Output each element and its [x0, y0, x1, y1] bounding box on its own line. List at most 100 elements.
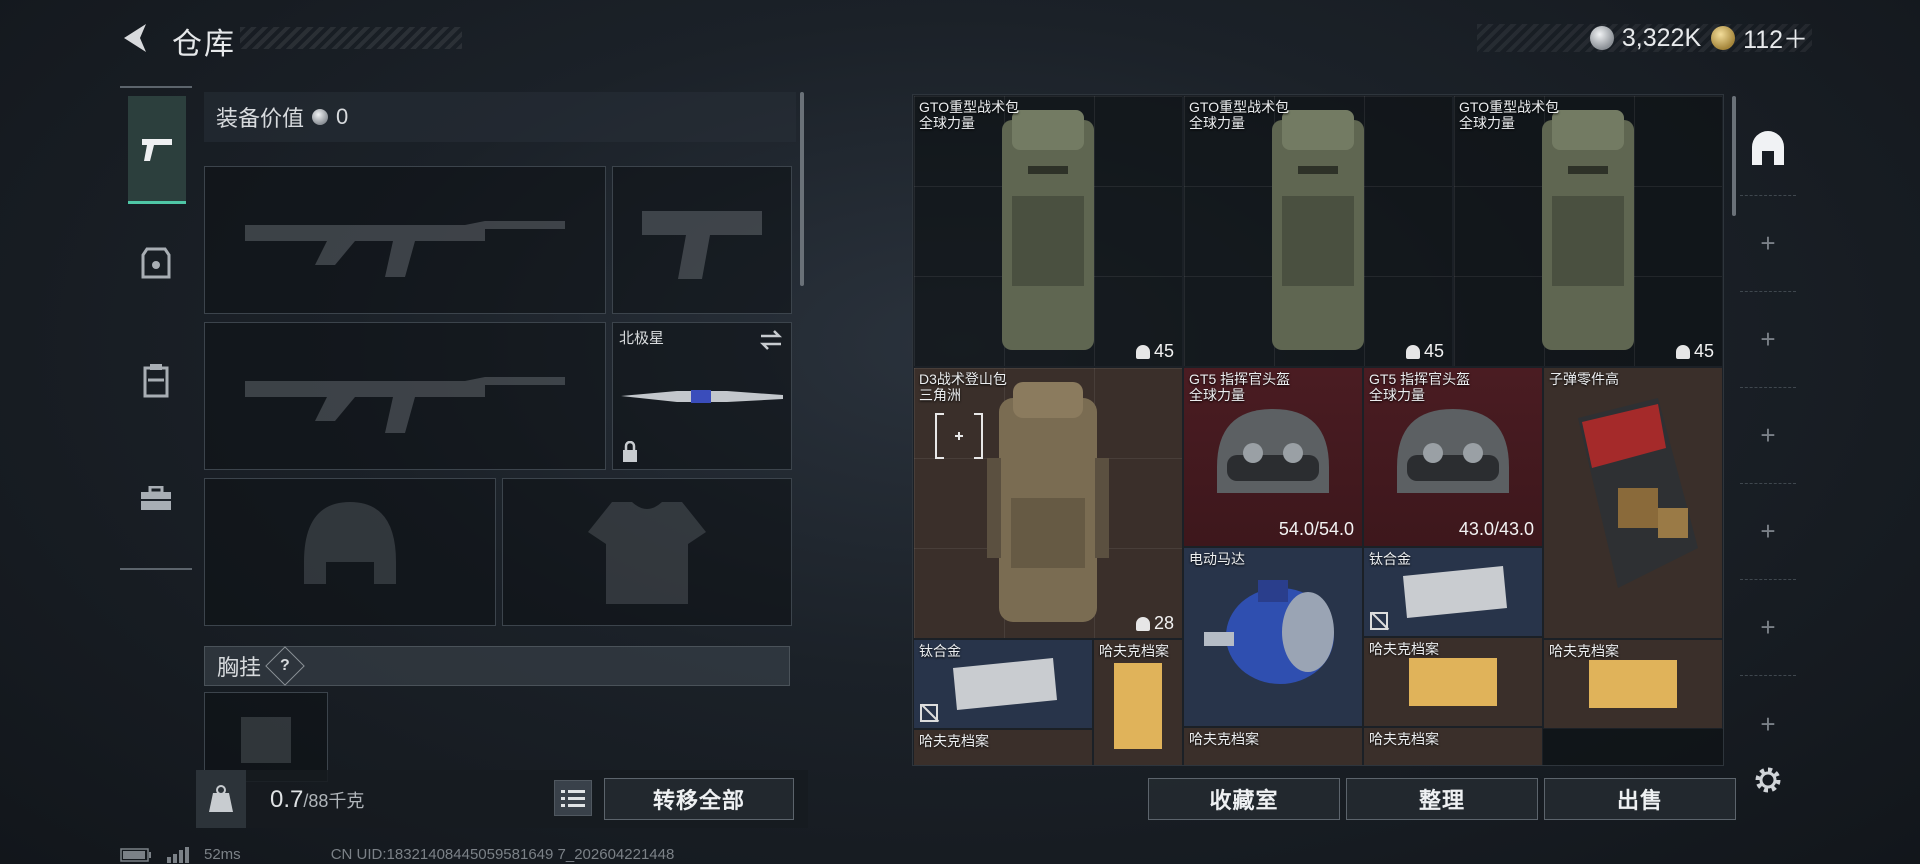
- item-name: 哈夫克档案: [1369, 731, 1439, 747]
- transfer-all-button[interactable]: 转移全部: [604, 778, 794, 820]
- item-name: 哈夫克档案: [919, 733, 989, 749]
- stash-item[interactable]: 电动马达: [1183, 547, 1363, 727]
- plus-icon: +: [1760, 228, 1776, 258]
- add-stash-page-button[interactable]: +: [1740, 484, 1796, 580]
- chest-rig-slot[interactable]: [204, 692, 328, 782]
- signal-icon: [167, 846, 189, 863]
- document-folder-icon: [1409, 658, 1497, 706]
- stash-item[interactable]: 哈夫克档案: [1183, 727, 1363, 765]
- stash-scrollbar[interactable]: [1732, 96, 1736, 216]
- item-sub: 全球力量: [1189, 115, 1245, 131]
- item-name: 钛合金: [1369, 551, 1411, 567]
- weight-readout: 0.7/88千克: [270, 786, 364, 814]
- titanium-plate-icon: [1403, 566, 1507, 618]
- stash-item[interactable]: 钛合金: [1363, 547, 1543, 637]
- plus-icon: +: [1760, 324, 1776, 354]
- list-view-button[interactable]: [554, 780, 592, 816]
- stash-item[interactable]: 哈夫克档案: [1363, 727, 1543, 765]
- item-name: GTO重型战术包: [919, 99, 1020, 115]
- add-stash-page-button[interactable]: +: [1740, 196, 1796, 292]
- currency-silver[interactable]: 3,322K: [1589, 24, 1701, 53]
- item-name: D3战术登山包: [919, 371, 1007, 387]
- primary-weapon-slot-1[interactable]: [204, 166, 606, 314]
- expand-icon[interactable]: [934, 412, 984, 460]
- stash-item[interactable]: 哈夫克档案: [1543, 639, 1723, 729]
- item-name: 哈夫克档案: [1189, 731, 1259, 747]
- stash-item[interactable]: 子弹零件高: [1543, 367, 1723, 639]
- rifle-silhouette-icon: [245, 221, 565, 277]
- body-armor-slot[interactable]: [502, 478, 792, 626]
- stash-item[interactable]: 钛合金: [913, 639, 1093, 729]
- add-stash-page-button[interactable]: +: [1740, 388, 1796, 484]
- item-sub: 三角洲: [919, 387, 961, 403]
- silver-coin-icon: [1589, 26, 1614, 50]
- knife-icon: [621, 390, 783, 403]
- page-title: 仓库: [172, 28, 236, 61]
- stash-item[interactable]: 哈夫克档案: [1093, 639, 1183, 765]
- settings-gear-icon[interactable]: [1752, 764, 1784, 796]
- help-button[interactable]: ?: [265, 646, 305, 686]
- tab-weapons[interactable]: [128, 96, 186, 204]
- armor-icon: [141, 247, 171, 279]
- ghost-icon: [1675, 344, 1690, 359]
- tab-rig[interactable]: [120, 322, 192, 440]
- ammo-parts-case-icon: [1578, 398, 1698, 588]
- pistol-icon: [142, 138, 172, 161]
- status-row: 52ms CN UID:18321408445059581649 7_20260…: [120, 846, 674, 863]
- helmet-icon: [1397, 409, 1509, 493]
- stash-item[interactable]: GTO重型战术包 全球力量 45: [913, 95, 1183, 367]
- item-count: 45: [1135, 341, 1174, 362]
- stash-item[interactable]: 哈夫克档案: [1363, 637, 1543, 727]
- tab-armor[interactable]: [120, 204, 192, 322]
- battery-icon: [120, 847, 151, 862]
- no-sell-icon: [1370, 612, 1388, 630]
- ghost-icon: [1135, 344, 1150, 359]
- item-name: 哈夫克档案: [1369, 641, 1439, 657]
- no-sell-icon: [920, 704, 938, 722]
- stash-grid: GTO重型战术包 全球力量 45 GTO重型战术包 全球力量 45 GTO重型战术包…: [912, 94, 1724, 766]
- add-stash-page-button[interactable]: +: [1740, 580, 1796, 676]
- ping: 52ms: [204, 846, 241, 863]
- tab-case[interactable]: [120, 440, 192, 558]
- melee-slot[interactable]: 北极星: [612, 322, 792, 470]
- uid: CN UID:18321408445059581649 7_2026042214…: [330, 846, 675, 863]
- stash-item[interactable]: 哈夫克档案: [913, 729, 1093, 765]
- stash-item[interactable]: GT5 指挥官头盔 全球力量 54.0/54.0: [1183, 367, 1363, 547]
- add-stash-page-button[interactable]: +: [1740, 676, 1796, 772]
- item-name: GT5 指挥官头盔: [1369, 371, 1471, 387]
- item-name: 哈夫克档案: [1099, 643, 1169, 659]
- stash-item[interactable]: D3战术登山包 三角洲 28: [913, 367, 1183, 639]
- backpack-icon: [987, 382, 1109, 622]
- collection-room-button[interactable]: 收藏室: [1148, 778, 1340, 820]
- plus-icon: +: [1760, 420, 1776, 450]
- primary-weapon-slot-2[interactable]: [204, 322, 606, 470]
- stash-item[interactable]: GT5 指挥官头盔 全球力量 43.0/43.0: [1363, 367, 1543, 547]
- organize-button[interactable]: 整理: [1346, 778, 1538, 820]
- stash-item[interactable]: GTO重型战术包 全球力量 45: [1183, 95, 1453, 367]
- plus-icon: +: [1760, 612, 1776, 642]
- ghost-icon: [1405, 344, 1420, 359]
- helmet-slot[interactable]: [204, 478, 496, 626]
- back-button[interactable]: [118, 20, 154, 56]
- add-stash-page-button[interactable]: +: [1740, 292, 1796, 388]
- equipment-scrollbar[interactable]: [800, 92, 804, 286]
- stash-home-icon: [1752, 130, 1784, 165]
- briefcase-icon: [141, 486, 171, 510]
- item-count: 45: [1405, 341, 1444, 362]
- stash-home-tab[interactable]: [1740, 100, 1796, 196]
- sidearm-slot[interactable]: [612, 166, 792, 314]
- currency-bar: 3,322K 112＋: [1477, 24, 1812, 54]
- back-arrow-icon: [124, 24, 146, 52]
- currency-gold[interactable]: 112＋: [1711, 20, 1808, 56]
- backpack-icon: [1542, 110, 1634, 350]
- swap-icon[interactable]: [759, 329, 783, 351]
- stash-item[interactable]: GTO重型战术包 全球力量 45: [1453, 95, 1723, 367]
- gold-coin-icon: [1711, 26, 1736, 50]
- item-name: GTO重型战术包: [1459, 99, 1560, 115]
- item-name: 电动马达: [1189, 551, 1245, 567]
- item-name: 钛合金: [919, 643, 961, 659]
- sell-button[interactable]: 出售: [1544, 778, 1736, 820]
- document-folder-icon: [1114, 663, 1162, 749]
- chest-rig-header: 胸挂 ?: [204, 646, 790, 686]
- titanium-plate-icon: [953, 658, 1057, 710]
